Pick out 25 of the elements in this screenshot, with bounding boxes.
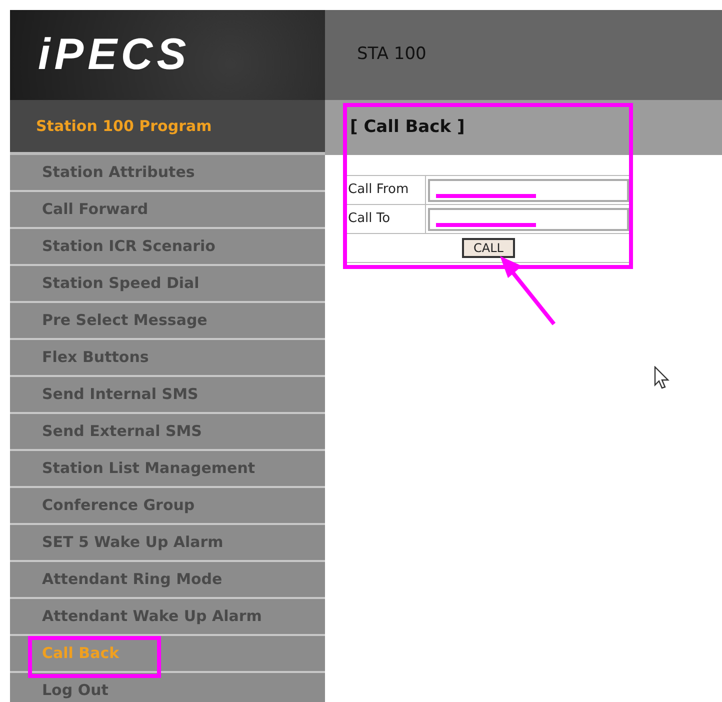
sidebar-item[interactable]: Send Internal SMS	[10, 377, 325, 414]
field-label: Call To	[346, 205, 426, 233]
field-label: Call From	[346, 176, 426, 204]
input-field[interactable]	[428, 208, 629, 230]
sidebar-item[interactable]: Station ICR Scenario	[10, 229, 325, 266]
sidebar-item[interactable]: Send External SMS	[10, 414, 325, 451]
sidebar-item[interactable]: Attendant Wake Up Alarm	[10, 599, 325, 636]
input-field[interactable]	[428, 178, 629, 202]
sidebar-item[interactable]: Station Speed Dial	[10, 266, 325, 303]
sidebar-item[interactable]: Station List Management	[10, 451, 325, 488]
sidebar-item[interactable]: Flex Buttons	[10, 340, 325, 377]
sidebar-item[interactable]: Conference Group	[10, 488, 325, 525]
sidebar-item[interactable]: Station Attributes	[10, 155, 325, 192]
header-title: STA 100	[357, 43, 426, 66]
logo: iPECS	[38, 29, 190, 81]
panel-title: [ Call Back ]	[350, 116, 465, 139]
sidebar-item[interactable]: Call Forward	[10, 192, 325, 229]
sidebar-item[interactable]: Pre Select Message	[10, 303, 325, 340]
sidebar-item[interactable]: Log Out	[10, 673, 325, 702]
sidebar-item[interactable]: Attendant Ring Mode	[10, 562, 325, 599]
sidebar-item[interactable]: Call Back	[10, 636, 325, 673]
cursor-icon	[654, 366, 670, 390]
sidebar-item[interactable]: SET 5 Wake Up Alarm	[10, 525, 325, 562]
call-button[interactable]: CALL	[462, 238, 516, 258]
sidebar-heading: Station 100 Program	[10, 100, 325, 155]
